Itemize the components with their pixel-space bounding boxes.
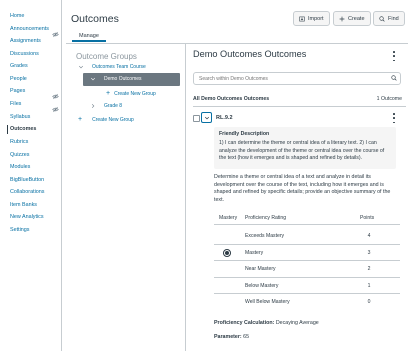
- create-button[interactable]: Create: [333, 11, 371, 26]
- table-divider: [214, 293, 400, 294]
- search-icon[interactable]: [391, 75, 397, 81]
- eye-hidden-icon: [52, 87, 59, 100]
- tree-item-root[interactable]: Outcomes Team Course: [78, 64, 146, 70]
- outcome-menu-kebab-icon[interactable]: [392, 113, 396, 123]
- tree-item-grade-8[interactable]: Grade 8: [90, 103, 122, 109]
- plus-icon: +: [78, 116, 83, 123]
- chevron-down-icon: [204, 116, 209, 119]
- tree-item-root-label: Outcomes Team Course: [92, 64, 146, 70]
- create-new-group-label: Create New Group: [114, 90, 156, 97]
- calc-label: Proficiency Calculation:: [214, 320, 275, 326]
- outcome-checkbox[interactable]: [193, 115, 200, 122]
- nav-modules[interactable]: Modules: [10, 164, 30, 171]
- all-outcomes-label: All Demo Outcomes Outcomes: [193, 96, 270, 102]
- table-divider: [214, 260, 400, 261]
- param-value: 65: [243, 334, 250, 340]
- import-icon: [299, 16, 305, 21]
- main-title: Demo Outcomes Outcomes: [193, 49, 307, 59]
- proficiency-column-header: Proficiency Rating: [245, 215, 287, 221]
- chevron-down-icon: [78, 65, 84, 69]
- friendly-description-box: Friendly Description 1) I can determine …: [214, 127, 396, 169]
- nav-quizzes[interactable]: Quizzes: [10, 152, 29, 159]
- tab-manage[interactable]: Manage: [72, 31, 106, 42]
- import-button[interactable]: Import: [293, 11, 330, 26]
- rating-label: Near Mastery: [245, 266, 276, 272]
- outcome-code: RL.9.2: [216, 115, 233, 121]
- rating-points: 0: [367, 299, 371, 305]
- calculation-parameter: Parameter: 65: [214, 334, 249, 340]
- eye-hidden-icon: [52, 25, 59, 38]
- tree-item-grade-8-label: Grade 8: [104, 103, 123, 109]
- friendly-description-text: 1) I can determine the theme or central …: [219, 140, 385, 161]
- rating-points: 1: [367, 283, 371, 289]
- create-new-group-root-link[interactable]: + Create New Group: [78, 116, 134, 123]
- find-label: Find: [388, 15, 399, 22]
- nav-grades[interactable]: Grades: [10, 63, 28, 70]
- table-divider: [214, 277, 400, 278]
- nav-new-analytics[interactable]: New Analytics: [10, 214, 44, 221]
- group-menu-kebab-icon[interactable]: [392, 51, 396, 61]
- outcome-description: Determine a theme or central idea of a t…: [214, 174, 391, 203]
- points-column-header: Points: [360, 215, 375, 221]
- rating-label: Exceeds Mastery: [245, 233, 285, 239]
- nav-discussions[interactable]: Discussions: [10, 51, 39, 58]
- rating-label: Below Mastery: [245, 283, 279, 289]
- tab-divider: [66, 43, 408, 44]
- rating-points: 2: [367, 266, 371, 272]
- nav-collaborations[interactable]: Collaborations: [10, 189, 44, 196]
- nav-pages[interactable]: Pages: [10, 88, 25, 95]
- nav-announcements[interactable]: Announcements: [10, 26, 49, 33]
- groups-title: Outcome Groups: [76, 52, 137, 61]
- list-divider: [193, 106, 406, 107]
- plus-icon: [339, 16, 345, 21]
- tree-item-demo-outcomes[interactable]: Demo Outcomes: [90, 76, 142, 82]
- rating-points: 4: [367, 233, 371, 239]
- friendly-description-title: Friendly Description: [219, 131, 270, 137]
- import-label: Import: [308, 15, 324, 22]
- nav-rubrics[interactable]: Rubrics: [10, 139, 28, 146]
- eye-hidden-icon: [52, 100, 59, 113]
- chevron-down-icon: [90, 77, 96, 81]
- course-nav-sidebar: Home Announcements Assignments Discussio…: [0, 0, 62, 351]
- calc-value: Decaying Average: [275, 320, 319, 326]
- panel-divider: [185, 44, 186, 351]
- mastery-radio-selected: [223, 249, 231, 257]
- nav-people[interactable]: People: [10, 76, 27, 83]
- search-icon: [379, 15, 385, 22]
- find-button[interactable]: Find: [373, 11, 405, 26]
- tree-item-demo-outcomes-label: Demo Outcomes: [104, 76, 142, 82]
- param-label: Parameter:: [214, 334, 242, 340]
- table-divider: [214, 224, 400, 225]
- chevron-right-icon: [91, 103, 95, 109]
- rating-points: 3: [367, 250, 371, 256]
- nav-assignments[interactable]: Assignments: [10, 38, 41, 45]
- nav-settings[interactable]: Settings: [10, 227, 29, 234]
- search-input[interactable]: [193, 72, 401, 85]
- create-new-group-root-label: Create New Group: [92, 116, 134, 123]
- create-new-group-link[interactable]: + Create New Group: [106, 90, 156, 97]
- create-label: Create: [348, 15, 365, 22]
- nav-bigbluebutton[interactable]: BigBlueButton: [10, 177, 44, 184]
- nav-item-banks[interactable]: Item Banks: [10, 202, 37, 209]
- mastery-column-header: Mastery: [219, 215, 238, 221]
- plus-icon: +: [106, 90, 111, 97]
- rating-label: Mastery: [245, 250, 264, 256]
- nav-files[interactable]: Files: [10, 101, 21, 108]
- outcome-count: 1 Outcome: [376, 96, 402, 102]
- proficiency-calculation: Proficiency Calculation: Decaying Averag…: [214, 320, 319, 326]
- collapse-outcome-button[interactable]: [201, 112, 212, 123]
- nav-syllabus[interactable]: Syllabus: [10, 114, 30, 121]
- nav-home[interactable]: Home: [10, 13, 24, 20]
- nav-outcomes[interactable]: Outcomes: [6, 125, 36, 134]
- page-title: Outcomes: [71, 13, 119, 25]
- table-divider: [214, 244, 400, 245]
- rating-label: Well Below Mastery: [245, 299, 290, 305]
